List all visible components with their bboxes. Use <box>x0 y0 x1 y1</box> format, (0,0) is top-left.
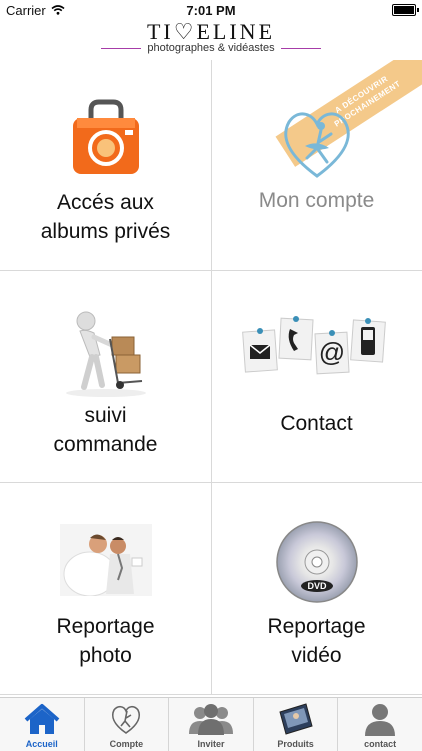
tab-label: Inviter <box>197 739 225 749</box>
group-icon <box>188 704 233 735</box>
tab-label: Accueil <box>25 739 58 749</box>
tagline-row: photographes & vidéastes <box>0 42 422 54</box>
tile-label: Mon compte <box>258 189 375 212</box>
tab-products[interactable]: Produits <box>254 698 339 751</box>
tagline: photographes & vidéastes <box>147 42 275 54</box>
contact-cards-icon: @ <box>241 311 392 396</box>
dancer-heart-icon <box>277 102 357 187</box>
status-bar: Carrier 7:01 PM <box>0 0 422 20</box>
dvd-icon: DVD <box>275 520 359 609</box>
tab-home[interactable]: Accueil <box>0 698 85 751</box>
grid-divider-row3 <box>0 694 422 695</box>
tagline-divider-right <box>280 47 321 49</box>
tile-private-albums[interactable]: Accés aux albums privés <box>0 60 211 271</box>
tile-my-account[interactable]: A DÉCOUVRIR PROCHAINEMENT Mon compte <box>211 60 422 271</box>
dancer-heart-icon <box>112 705 141 734</box>
tab-contact[interactable]: contact <box>338 698 422 751</box>
tab-label: contact <box>364 739 397 749</box>
tile-label: Contact <box>280 412 353 435</box>
app-header: TI♡ELINE photographes & vidéastes <box>0 20 422 58</box>
camera-icon <box>71 98 141 181</box>
tile-label: Reportage photo <box>56 615 155 667</box>
home-icon <box>24 704 60 734</box>
tile-label: suivi commande <box>53 404 158 456</box>
battery-icon <box>392 4 419 16</box>
tile-photo-report[interactable]: Reportage photo <box>0 482 211 693</box>
tab-label: Produits <box>277 739 314 749</box>
brand-logo: TI♡ELINE <box>146 19 276 44</box>
svg-text:@: @ <box>318 337 344 367</box>
person-icon <box>365 704 396 736</box>
tab-label: Compte <box>109 739 144 749</box>
tab-bar: Accueil Compte Inviter Produits contact <box>0 697 422 751</box>
status-time: 7:01 PM <box>186 3 236 18</box>
tile-order-tracking[interactable]: suivi commande <box>0 271 211 482</box>
photo-book-icon <box>278 703 313 735</box>
tile-label: Reportage vidéo <box>267 615 366 667</box>
tile-label: Accés aux albums privés <box>40 191 171 243</box>
delivery-person-icon <box>56 299 156 404</box>
tab-invite[interactable]: Inviter <box>169 698 254 751</box>
tagline-divider-left <box>101 47 142 49</box>
tab-account[interactable]: Compte <box>85 698 170 751</box>
menu-grid: Accés aux albums privés A DÉCOUVRIR PROC… <box>0 60 422 695</box>
tile-contact[interactable]: @ Contact <box>211 271 422 482</box>
dvd-logo-text: DVD <box>307 581 327 591</box>
tile-video-report[interactable]: DVD Reportage vidéo <box>211 482 422 693</box>
wedding-photo-image <box>59 524 152 601</box>
